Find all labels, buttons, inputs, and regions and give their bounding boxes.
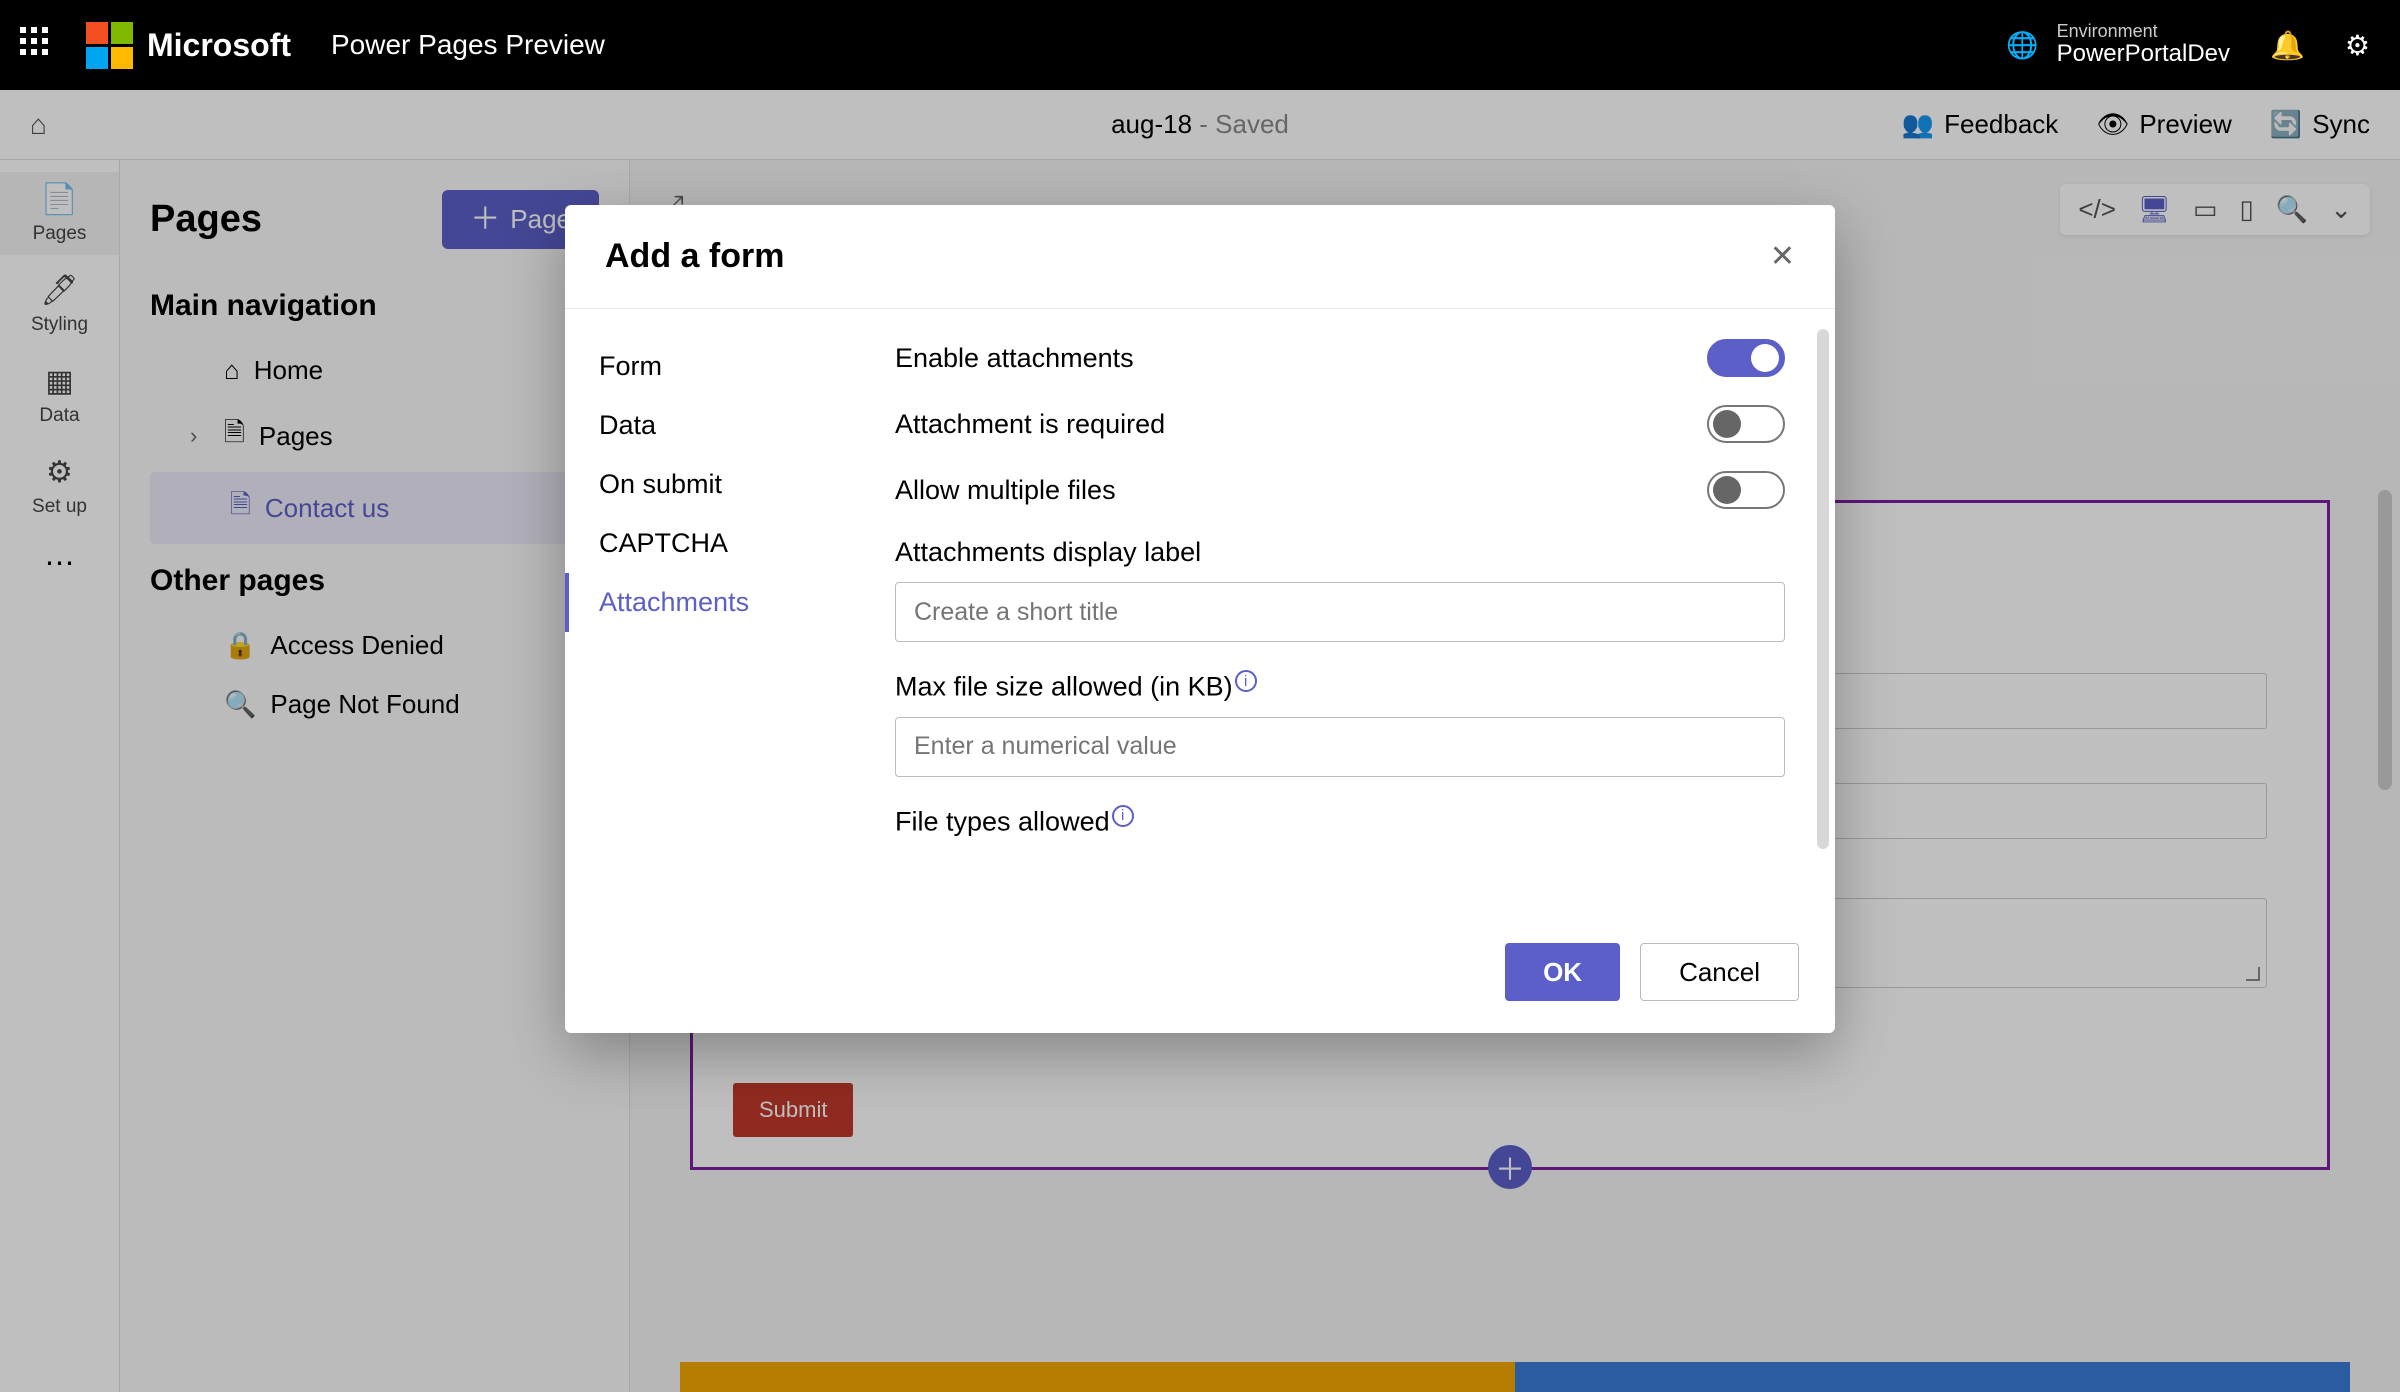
rail-more-icon[interactable]: ⋯: [45, 546, 75, 581]
file-types-label: File types allowedi: [895, 805, 1134, 838]
home-icon[interactable]: ⌂: [30, 109, 47, 141]
max-size-input[interactable]: [895, 717, 1785, 777]
dialog-title: Add a form: [605, 237, 784, 276]
tab-on-submit[interactable]: On submit: [565, 455, 875, 514]
environment-name: PowerPortalDev: [2057, 40, 2230, 68]
desktop-view-icon[interactable]: 🖥: [2138, 194, 2171, 225]
sync-icon: 🔄: [2270, 109, 2302, 140]
feedback-icon: 👥: [1902, 109, 1934, 140]
feedback-button[interactable]: 👥Feedback: [1902, 109, 2059, 140]
rail-pages[interactable]: 📄Pages: [0, 172, 119, 255]
nav-item-contact-us[interactable]: 🗎Contact us: [150, 472, 599, 544]
notifications-icon[interactable]: 🔔: [2270, 29, 2305, 62]
zoom-icon[interactable]: 🔍: [2276, 194, 2308, 225]
display-label-input[interactable]: [895, 582, 1785, 642]
other-pages-heading: Other pages: [150, 564, 599, 598]
enable-attachments-label: Enable attachments: [895, 343, 1134, 374]
allow-multiple-label: Allow multiple files: [895, 475, 1116, 506]
document-name: aug-18: [1111, 109, 1192, 139]
dialog-scrollbar[interactable]: [1817, 329, 1829, 849]
main-nav-heading: Main navigation: [150, 289, 599, 323]
microsoft-logo: Microsoft: [86, 22, 291, 69]
dialog-content-panel: Enable attachments Attachment is require…: [875, 309, 1835, 919]
code-view-icon[interactable]: </>: [2078, 194, 2116, 225]
mobile-view-icon[interactable]: ▯: [2240, 194, 2254, 225]
enable-attachments-toggle[interactable]: [1707, 339, 1785, 377]
table-icon: ▦: [0, 364, 119, 399]
person-lock-icon: 🔒: [224, 630, 256, 661]
add-section-button[interactable]: ＋: [1488, 1145, 1532, 1189]
submit-button[interactable]: Submit: [733, 1083, 853, 1137]
cancel-button[interactable]: Cancel: [1640, 943, 1799, 1001]
attachment-required-label: Attachment is required: [895, 409, 1165, 440]
eye-icon: 👁: [2096, 109, 2129, 140]
chevron-down-icon[interactable]: ⌄: [2330, 194, 2352, 225]
attachment-required-toggle[interactable]: [1707, 405, 1785, 443]
settings-gear-icon[interactable]: ⚙: [2345, 29, 2370, 62]
info-icon[interactable]: i: [1112, 805, 1134, 827]
environment-picker[interactable]: 🌐 Environment PowerPortalDev: [2006, 22, 2230, 68]
tab-captcha[interactable]: CAPTCHA: [565, 514, 875, 573]
sync-button[interactable]: 🔄Sync: [2270, 109, 2370, 140]
plus-icon: ＋: [470, 205, 500, 235]
nav-item-home[interactable]: ⌂Home: [150, 341, 599, 400]
tablet-landscape-icon[interactable]: ▭: [2193, 194, 2218, 225]
max-size-label: Max file size allowed (in KB)i: [895, 670, 1257, 703]
brush-icon: 🖊: [0, 273, 119, 308]
allow-multiple-toggle[interactable]: [1707, 471, 1785, 509]
globe-icon: 🌐: [2006, 30, 2038, 61]
app-launcher-icon[interactable]: [20, 27, 56, 63]
microsoft-logo-icon: [86, 22, 133, 69]
page-doc-icon: 🗎: [224, 414, 245, 458]
rail-styling[interactable]: 🖊Styling: [0, 263, 119, 346]
rail-data[interactable]: ▦Data: [0, 354, 119, 437]
close-icon[interactable]: ✕: [1770, 239, 1795, 274]
pages-panel-title: Pages: [150, 198, 262, 241]
tab-data[interactable]: Data: [565, 396, 875, 455]
add-form-dialog: Add a form ✕ Form Data On submit CAPTCHA…: [565, 205, 1835, 1033]
left-rail: 📄Pages 🖊Styling ▦Data ⚙Set up ⋯: [0, 160, 120, 1392]
info-icon[interactable]: i: [1235, 670, 1257, 692]
dialog-tab-list: Form Data On submit CAPTCHA Attachments: [565, 309, 875, 919]
document-title-block: aug-18 - Saved: [1111, 109, 1289, 140]
ok-button[interactable]: OK: [1505, 943, 1620, 1001]
footer-gradient-band: [680, 1362, 2350, 1392]
global-header: Microsoft Power Pages Preview 🌐 Environm…: [0, 0, 2400, 90]
environment-label: Environment: [2057, 22, 2230, 40]
preview-button[interactable]: 👁Preview: [2096, 109, 2232, 140]
page-doc-icon: 🗎: [230, 486, 251, 530]
tab-form[interactable]: Form: [565, 337, 875, 396]
tab-attachments[interactable]: Attachments: [565, 573, 875, 632]
canvas-scrollbar[interactable]: [2378, 490, 2392, 790]
save-status: Saved: [1215, 109, 1289, 139]
page-search-icon: 🔍: [224, 689, 256, 720]
setup-gear-icon: ⚙: [0, 455, 119, 490]
command-bar: ⌂ aug-18 - Saved 👥Feedback 👁Preview 🔄Syn…: [0, 90, 2400, 160]
product-name: Power Pages Preview: [331, 29, 605, 61]
home-page-icon: ⌂: [224, 355, 240, 386]
chevron-right-icon[interactable]: ›: [190, 423, 210, 449]
nav-item-pages[interactable]: ›🗎Pages: [150, 400, 599, 472]
nav-item-access-denied[interactable]: 🔒Access Denied: [150, 616, 599, 675]
microsoft-brand-text: Microsoft: [147, 27, 291, 64]
display-label-label: Attachments display label: [895, 537, 1201, 568]
rail-setup[interactable]: ⚙Set up: [0, 445, 119, 528]
canvas-toolbar: </> 🖥 ▭ ▯ 🔍 ⌄: [2060, 184, 2370, 235]
nav-item-not-found[interactable]: 🔍Page Not Found: [150, 675, 599, 734]
pages-panel: Pages ＋Page Main navigation ⌂Home ›🗎Page…: [120, 160, 630, 1392]
page-icon: 📄: [0, 182, 119, 217]
